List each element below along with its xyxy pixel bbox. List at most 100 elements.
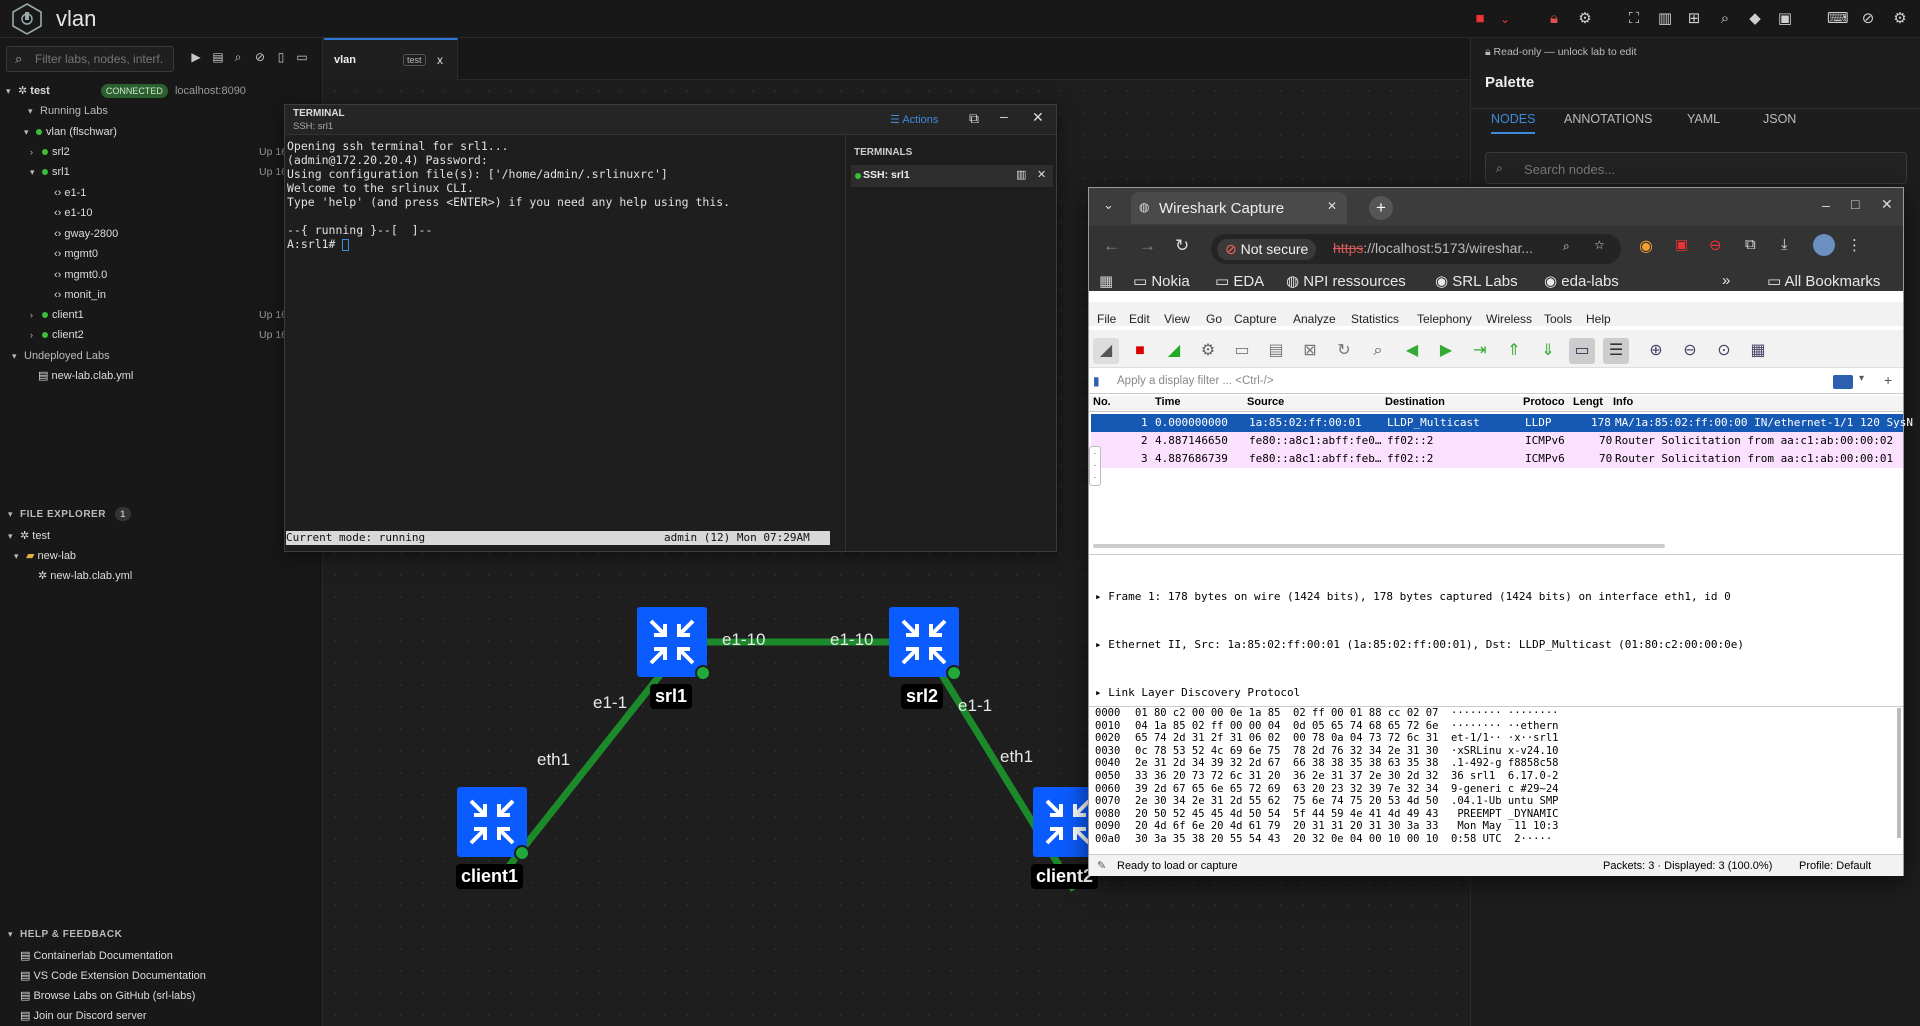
star-icon[interactable]: ☆ [1594, 238, 1605, 252]
avatar[interactable] [1813, 234, 1835, 256]
open-file-icon[interactable]: ▭ [1229, 338, 1255, 364]
find-icon[interactable]: ⌕ [1365, 338, 1391, 364]
tree-iface[interactable]: ‹› e1-1 [54, 183, 86, 203]
autoscroll-icon[interactable]: ▭ [1569, 338, 1595, 364]
forward-icon[interactable]: → [1139, 236, 1156, 256]
keyboard-icon[interactable]: ⌨ [1827, 9, 1849, 29]
bookmark-npi[interactable]: ◍ NPI ressources [1286, 272, 1406, 294]
actions-button[interactable]: ☰ Actions [890, 113, 938, 126]
screenshot-icon[interactable]: ▣ [1775, 9, 1795, 29]
not-secure-badge[interactable]: ⊘ Not secure [1217, 239, 1317, 260]
more-bookmarks-icon[interactable]: » [1722, 272, 1730, 294]
folder-icon[interactable]: ▭ [294, 50, 310, 68]
go-to-packet-icon[interactable]: ⇥ [1467, 338, 1493, 364]
apply-filter-icon[interactable] [1833, 375, 1853, 389]
bookmark-icon[interactable]: ▮ [1093, 374, 1100, 388]
extension-icon[interactable]: ◉ [1639, 236, 1653, 256]
restart-capture-icon[interactable]: ◢ [1161, 338, 1187, 364]
reload-file-icon[interactable]: ↻ [1331, 338, 1357, 364]
tree-node-srl1[interactable]: ▾srl1Up 16 minu [30, 162, 313, 182]
add-filter-icon[interactable]: + [1884, 372, 1892, 388]
all-bookmarks[interactable]: ▭ All Bookmarks [1767, 272, 1880, 294]
packet-row[interactable]: 2 4.887146650 fe80::a8c1:abff:fe0… ff02::2 I… [1091, 432, 1903, 450]
bookmark-eda-labs[interactable]: ◉ eda-labs [1544, 272, 1619, 294]
display-filter[interactable]: ▮ Apply a display filter ... <Ctrl-/> ▾ … [1089, 370, 1903, 394]
tab-vlan[interactable]: vlan test x [324, 38, 458, 80]
menu-file[interactable]: File [1097, 312, 1116, 326]
close-file-icon[interactable]: ⊠ [1297, 338, 1323, 364]
packet-bytes[interactable]: 0000 01 80 c2 00 00 0e 1a 85 02 ff 00 01 … [1095, 707, 1895, 846]
address-bar[interactable]: ⊘ Not secure https://localhost:5173/wire… [1211, 234, 1621, 264]
menu-go[interactable]: Go [1206, 312, 1222, 326]
explorer-folder[interactable]: ▾ ▰ new-lab [14, 546, 76, 566]
tree-node-client2[interactable]: ›client2Up 16 minu [30, 325, 313, 345]
extension-icon[interactable]: ⊖ [1709, 236, 1722, 254]
bookmark-nokia[interactable]: ▭ Nokia [1133, 272, 1190, 294]
help-header[interactable]: ▾ HELP & FEEDBACK [8, 924, 122, 944]
terminal-session-item[interactable]: SSH: srl1 ▥ ✕ [851, 165, 1053, 187]
tab-yaml[interactable]: YAML [1687, 112, 1720, 134]
reload-icon[interactable]: ↻ [1175, 236, 1189, 256]
download-icon[interactable]: ⤓ [1781, 236, 1788, 253]
help-link[interactable]: ▤ Join our Discord server [20, 1006, 147, 1026]
menu-statistics[interactable]: Statistics [1351, 312, 1399, 326]
tab-nodes[interactable]: NODES [1491, 112, 1536, 134]
close-icon[interactable]: ✕ [1032, 109, 1044, 126]
menu-icon[interactable]: ⋮ [1847, 236, 1862, 254]
normal-size-icon[interactable]: ⊙ [1711, 338, 1737, 364]
stop-icon[interactable]: ■ [1470, 9, 1490, 29]
menu-edit[interactable]: Edit [1129, 312, 1150, 326]
columns-icon[interactable]: ▥ [1655, 9, 1675, 29]
tree-iface[interactable]: ‹› monit_in [54, 285, 106, 305]
tree-lab-vlan[interactable]: ▾ vlan (flschwar) [24, 122, 117, 142]
close-icon[interactable]: ✕ [1327, 199, 1337, 213]
edit-icon[interactable]: ✎ [1097, 859, 1106, 872]
vertical-scrollbar[interactable] [1897, 708, 1901, 838]
help-link[interactable]: ▤ VS Code Extension Documentation [20, 966, 206, 986]
tab-annotations[interactable]: ANNOTATIONS [1564, 112, 1652, 134]
go-back-icon[interactable]: ◀ [1399, 338, 1425, 364]
close-icon[interactable]: ✕ [1037, 168, 1046, 181]
minimize-icon[interactable]: – [1000, 108, 1008, 124]
menu-telephony[interactable]: Telephony [1417, 312, 1472, 326]
capture-options-icon[interactable]: ⚙ [1195, 338, 1221, 364]
tab-close-icon[interactable]: x [437, 53, 443, 67]
node-search[interactable]: ⌕ Search nodes... [1485, 152, 1907, 184]
settings-icon[interactable]: ⚙ [1890, 9, 1910, 29]
label-icon[interactable]: ◆ [1745, 9, 1765, 29]
tree-iface[interactable]: ‹› e1-10 [54, 203, 93, 223]
drag-handle[interactable]: · · · [1089, 446, 1101, 486]
stop-capture-icon[interactable]: ■ [1127, 338, 1153, 364]
fit-view-icon[interactable]: ⛶ [1624, 9, 1644, 29]
detail-lldp[interactable]: ▸ Link Layer Discovery Protocol [1095, 685, 1744, 701]
detail-frame[interactable]: ▸ Frame 1: 178 bytes on wire (1424 bits)… [1095, 589, 1744, 605]
last-packet-icon[interactable]: ⇓ [1535, 338, 1561, 364]
lock-icon[interactable]: 🔒︎ [1544, 9, 1564, 29]
tree-iface[interactable]: ‹› mgmt0.0 [54, 265, 107, 285]
split-icon[interactable]: ▥ [1016, 168, 1026, 181]
menu-help[interactable]: Help [1586, 312, 1611, 326]
hide-icon[interactable]: ⊘ [1858, 9, 1878, 29]
maximize-icon[interactable]: □ [1851, 196, 1859, 212]
shark-fin-icon[interactable]: ◢ [1093, 338, 1119, 364]
resize-columns-icon[interactable]: ▦ [1745, 338, 1771, 364]
minimize-icon[interactable]: – [1822, 197, 1830, 213]
zoom-out-icon[interactable]: ⊖ [1677, 338, 1703, 364]
tree-node-srl2[interactable]: ›srl2Up 16 minu [30, 142, 313, 162]
extension-icon[interactable]: ▣ [1675, 236, 1688, 253]
first-packet-icon[interactable]: ⇑ [1501, 338, 1527, 364]
deploy-icon[interactable]: ▶ [188, 50, 204, 68]
apps-icon[interactable]: ▦ [1099, 272, 1113, 294]
explorer-root[interactable]: ▾ ✲ test [8, 526, 50, 546]
popout-icon[interactable]: ⧉ [969, 110, 979, 127]
tab-list-icon[interactable]: ⌄ [1103, 197, 1114, 213]
bookmark-eda[interactable]: ▭ EDA [1215, 272, 1264, 294]
close-icon[interactable]: ✕ [1881, 196, 1893, 213]
colorize-icon[interactable]: ☰ [1603, 338, 1629, 364]
tree-iface[interactable]: ‹› mgmt0 [54, 244, 98, 264]
search-input[interactable] [35, 50, 171, 68]
packet-list-header[interactable]: No. Time Source Destination Protoco Leng… [1089, 396, 1903, 412]
zoom-in-icon[interactable]: ⊕ [1643, 338, 1669, 364]
save-file-icon[interactable]: ▤ [1263, 338, 1289, 364]
search-icon[interactable]: ⌕ [1715, 9, 1735, 29]
